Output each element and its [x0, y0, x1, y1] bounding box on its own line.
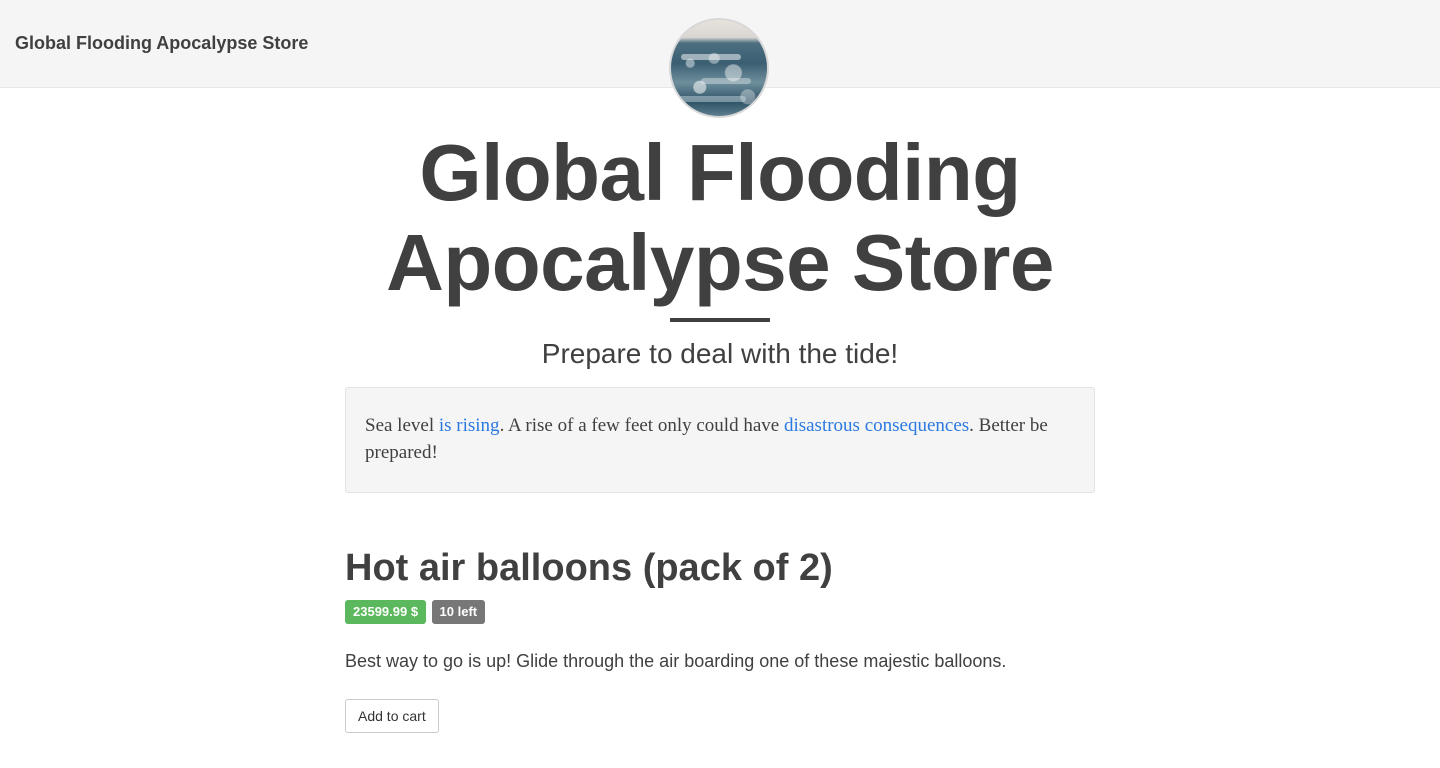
disastrous-consequences-link[interactable]: disastrous consequences	[784, 415, 969, 436]
product-description: Best way to go is up! Glide through the …	[345, 651, 1007, 671]
product-title: Hot air balloons (pack of 2)	[345, 547, 833, 589]
ocean-waves-avatar	[669, 18, 769, 118]
notice-text-2: . A rise of a few feet only could have	[499, 415, 784, 436]
page-title-line-2: Apocalypse Store	[386, 218, 1054, 307]
page-title: Global Flooding Apocalypse Store	[220, 128, 1220, 308]
sea-level-notice: Sea level is rising. A rise of a few fee…	[345, 387, 1095, 493]
is-rising-link[interactable]: is rising	[439, 415, 500, 436]
page-subtitle: Prepare to deal with the tide!	[541, 338, 899, 369]
product-badges: 23599.99 $ 10 left	[345, 600, 486, 624]
notice-text-1: Sea level	[365, 415, 439, 436]
site-brand-link[interactable]: Global Flooding Apocalypse Store	[15, 31, 308, 55]
title-divider	[670, 318, 770, 322]
stock-badge: 10 left	[431, 600, 486, 624]
page-title-line-1: Global Flooding	[419, 128, 1021, 217]
price-badge: 23599.99 $	[345, 600, 427, 624]
add-to-cart-button[interactable]: Add to cart	[345, 699, 439, 733]
